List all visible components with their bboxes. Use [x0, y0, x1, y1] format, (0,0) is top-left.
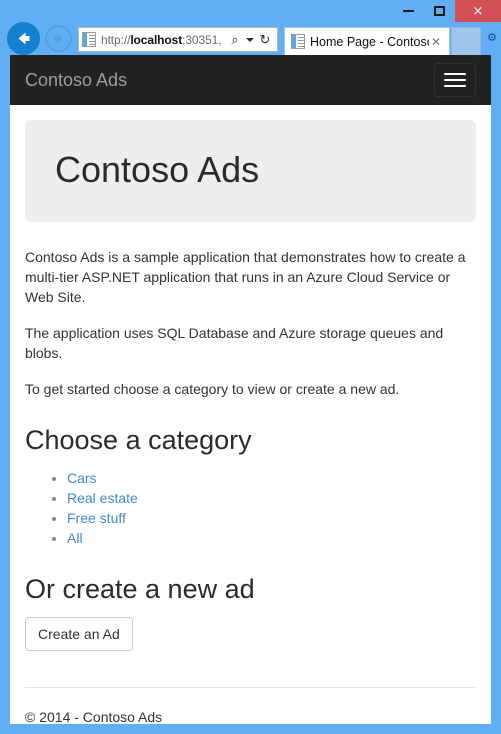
back-button[interactable] — [7, 22, 40, 55]
navbar-toggle-button[interactable] — [434, 63, 476, 97]
category-link-cars[interactable]: Cars — [67, 470, 97, 486]
category-list: Cars Real estate Free stuff All — [25, 468, 476, 548]
browser-tab-home-page[interactable]: Home Page - Contoso... ✕ — [284, 27, 450, 55]
browser-titlebar: × — [0, 0, 501, 22]
search-icon[interactable]: ⌕ — [226, 33, 244, 46]
close-window-button[interactable]: × — [455, 0, 501, 22]
chevron-down-icon[interactable] — [244, 37, 256, 42]
close-icon: × — [472, 3, 484, 19]
footer-copyright-text: © 2014 - Contoso Ads — [25, 708, 163, 724]
url-rest: :30351, — [182, 32, 222, 47]
list-item: All — [67, 528, 476, 548]
site-navbar: Contoso Ads — [10, 55, 491, 105]
hamburger-icon-bar — [444, 85, 466, 87]
page-viewport: Contoso Ads Contoso Ads Contoso Ads is a… — [10, 55, 491, 724]
site-footer: © 2014 - Contoso Ads — [25, 686, 476, 724]
tab-title: Home Page - Contoso... — [310, 34, 429, 49]
browser-window: × http://localhost:30351, ⌕ ↻ Home Page … — [0, 0, 501, 734]
url-host: localhost — [130, 32, 183, 47]
minimize-icon — [403, 10, 414, 12]
tab-favicon-icon — [291, 34, 305, 49]
choose-category-heading: Choose a category — [25, 424, 252, 455]
page-favicon-icon — [82, 32, 96, 47]
maximize-icon — [434, 6, 445, 16]
address-bar[interactable]: http://localhost:30351, ⌕ ↻ — [78, 27, 278, 52]
url-text: http://localhost:30351, — [101, 33, 226, 47]
url-scheme: http:// — [101, 32, 131, 47]
hamburger-icon-bar — [444, 73, 466, 75]
category-link-all[interactable]: All — [67, 530, 83, 546]
page-title: Contoso Ads — [55, 149, 260, 190]
tab-strip: Home Page - Contoso... ✕ — [284, 27, 481, 55]
list-item: Real estate — [67, 488, 476, 508]
hamburger-icon-bar — [444, 79, 466, 81]
category-link-real-estate[interactable]: Real estate — [67, 490, 138, 506]
tab-close-icon[interactable]: ✕ — [429, 35, 443, 49]
list-item: Cars — [67, 468, 476, 488]
list-item: Free stuff — [67, 508, 476, 528]
intro-paragraph-3: To get started choose a category to view… — [25, 380, 400, 397]
category-link-free-stuff[interactable]: Free stuff — [67, 510, 126, 526]
navbar-brand-link[interactable]: Contoso Ads — [25, 70, 127, 90]
refresh-icon[interactable]: ↻ — [256, 33, 274, 46]
jumbotron: Contoso Ads — [25, 120, 476, 222]
minimize-button[interactable] — [393, 0, 424, 22]
create-an-ad-button[interactable]: Create an Ad — [25, 616, 133, 651]
intro-paragraph-2: The application uses SQL Database and Az… — [25, 324, 444, 361]
window-controls: × — [393, 0, 501, 22]
intro-paragraph-1: Contoso Ads is a sample application that… — [25, 248, 466, 305]
forward-button[interactable] — [45, 25, 72, 52]
forward-arrow-icon — [53, 33, 63, 44]
tools-gear-icon[interactable]: ⚙ — [486, 31, 498, 44]
new-tab-button[interactable] — [451, 27, 481, 55]
create-ad-heading: Or create a new ad — [25, 573, 255, 604]
maximize-button[interactable] — [424, 0, 455, 22]
browser-nav-row: http://localhost:30351, ⌕ ↻ Home Page - … — [0, 22, 501, 55]
back-arrow-icon — [18, 32, 30, 45]
page-container: Contoso Ads Contoso Ads is a sample appl… — [10, 120, 491, 724]
